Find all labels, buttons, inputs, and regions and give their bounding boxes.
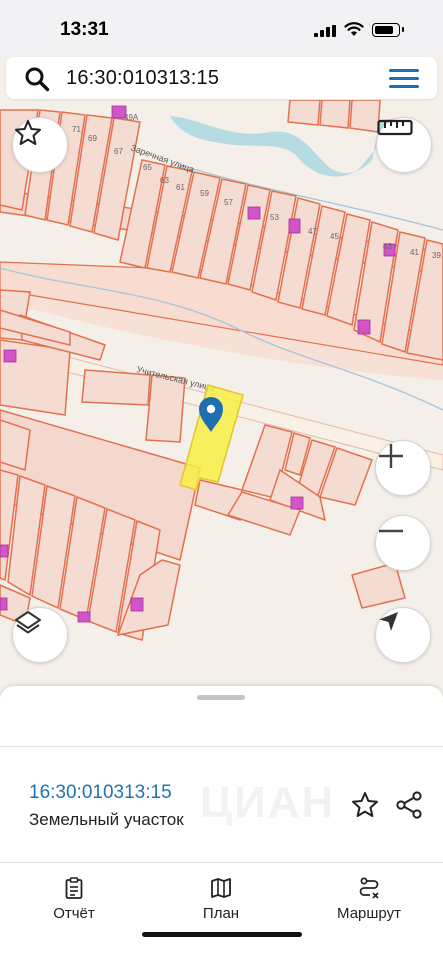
tab-report-label: Отчёт	[53, 905, 95, 922]
share-icon[interactable]	[394, 790, 424, 820]
parcel-number-link[interactable]: 16:30:010313:15	[29, 782, 172, 804]
house-number: 71	[72, 125, 81, 134]
search-input[interactable]: 16:30:010313:15	[66, 67, 219, 90]
status-time: 13:31	[60, 19, 109, 40]
star-icon	[15, 120, 41, 145]
house-number: 39	[432, 251, 441, 260]
tab-route-label: Маршрут	[337, 905, 401, 922]
cadastral-map[interactable]: 49А 71 69 67 65 63 61 59 57 53 47 45 43 …	[0, 100, 443, 690]
minus-icon	[379, 529, 403, 533]
locate-me-button[interactable]	[375, 607, 431, 663]
house-number: 65	[143, 163, 152, 172]
status-bar: 13:31	[0, 0, 443, 56]
battery-icon	[372, 23, 404, 37]
zoom-in-button[interactable]	[375, 440, 431, 496]
search-bar[interactable]: 16:30:010313:15	[6, 57, 437, 99]
favorite-map-button[interactable]	[12, 117, 68, 173]
house-number: 67	[114, 147, 123, 156]
tab-plan[interactable]: План	[166, 876, 276, 926]
parcel-info-sheet: ЦИАН 16:30:010313:15 Земельный участок О…	[0, 686, 443, 960]
house-number: 47	[308, 227, 317, 236]
divider	[0, 862, 443, 863]
sheet-drag-handle[interactable]	[197, 695, 245, 700]
house-number: 41	[410, 248, 419, 257]
house-number: 53	[270, 213, 279, 222]
wifi-icon	[344, 22, 364, 36]
tab-report[interactable]: Отчёт	[19, 876, 129, 926]
house-number: 43	[383, 242, 392, 251]
star-icon[interactable]	[350, 790, 380, 820]
house-number: 45	[330, 232, 339, 241]
hamburger-menu-icon[interactable]	[389, 69, 419, 89]
watermark: ЦИАН	[200, 778, 336, 827]
route-icon	[359, 877, 379, 899]
house-number: 49А	[124, 113, 139, 122]
zoom-out-button[interactable]	[375, 515, 431, 571]
layers-icon	[15, 611, 41, 634]
layers-button[interactable]	[12, 607, 68, 663]
house-number: 61	[176, 183, 185, 192]
cellular-signal-icon	[314, 25, 336, 37]
house-number: 69	[88, 134, 97, 143]
house-number: 59	[200, 189, 209, 198]
house-number: 63	[160, 176, 169, 185]
tab-route[interactable]: Маршрут	[314, 876, 424, 926]
divider	[0, 746, 443, 747]
tab-plan-label: План	[202, 905, 240, 922]
house-number: 57	[224, 198, 233, 207]
navigation-arrow-icon	[379, 612, 398, 631]
search-icon[interactable]	[24, 66, 50, 92]
ruler-button[interactable]	[376, 117, 432, 173]
clipboard-icon	[65, 877, 83, 899]
map-canvas[interactable]: 49А 71 69 67 65 63 61 59 57 53 47 45 43 …	[0, 100, 443, 690]
plus-icon	[379, 444, 403, 468]
app-screen: 13:31 16:30:010313:15 49А 71 69 67 65 63…	[0, 0, 443, 960]
ruler-icon	[377, 119, 413, 136]
parcel-type-label: Земельный участок	[29, 810, 184, 829]
home-indicator	[142, 932, 302, 937]
map-icon	[211, 878, 231, 898]
